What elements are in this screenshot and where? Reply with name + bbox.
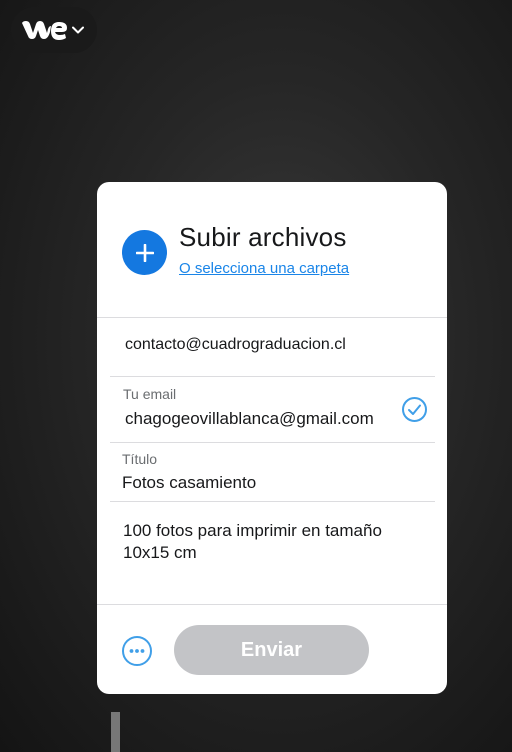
title-field[interactable]: Fotos casamiento	[122, 473, 256, 493]
plus-icon	[135, 243, 154, 262]
upload-title: Subir archivos	[179, 222, 347, 252]
your-email-label: Tu email	[123, 386, 177, 402]
chevron-down-icon	[72, 26, 84, 34]
send-button[interactable]: Enviar	[174, 625, 369, 675]
wetransfer-logo-icon	[22, 21, 67, 40]
upload-area[interactable]: Subir archivos O selecciona una carpeta	[97, 182, 447, 318]
divider	[97, 317, 447, 318]
scroll-indicator	[111, 712, 120, 752]
message-field[interactable]: 100 fotos para imprimir en tamaño 10x15 …	[123, 520, 423, 564]
check-circle-icon	[402, 397, 427, 422]
divider	[110, 501, 435, 502]
recipient-email-field[interactable]: contacto@cuadrograduacion.cl	[125, 336, 425, 354]
divider	[97, 604, 447, 605]
your-email-field[interactable]: chagogeovillablanca@gmail.com	[125, 409, 374, 429]
select-folder-link[interactable]: O selecciona una carpeta	[179, 260, 349, 277]
divider	[110, 442, 435, 443]
logo-menu-button[interactable]	[11, 7, 97, 53]
title-label: Título	[122, 451, 158, 467]
transfer-panel: Subir archivos O selecciona una carpeta …	[97, 182, 447, 694]
more-options-icon[interactable]	[121, 635, 153, 667]
divider	[110, 376, 435, 377]
add-files-button[interactable]	[122, 230, 167, 275]
